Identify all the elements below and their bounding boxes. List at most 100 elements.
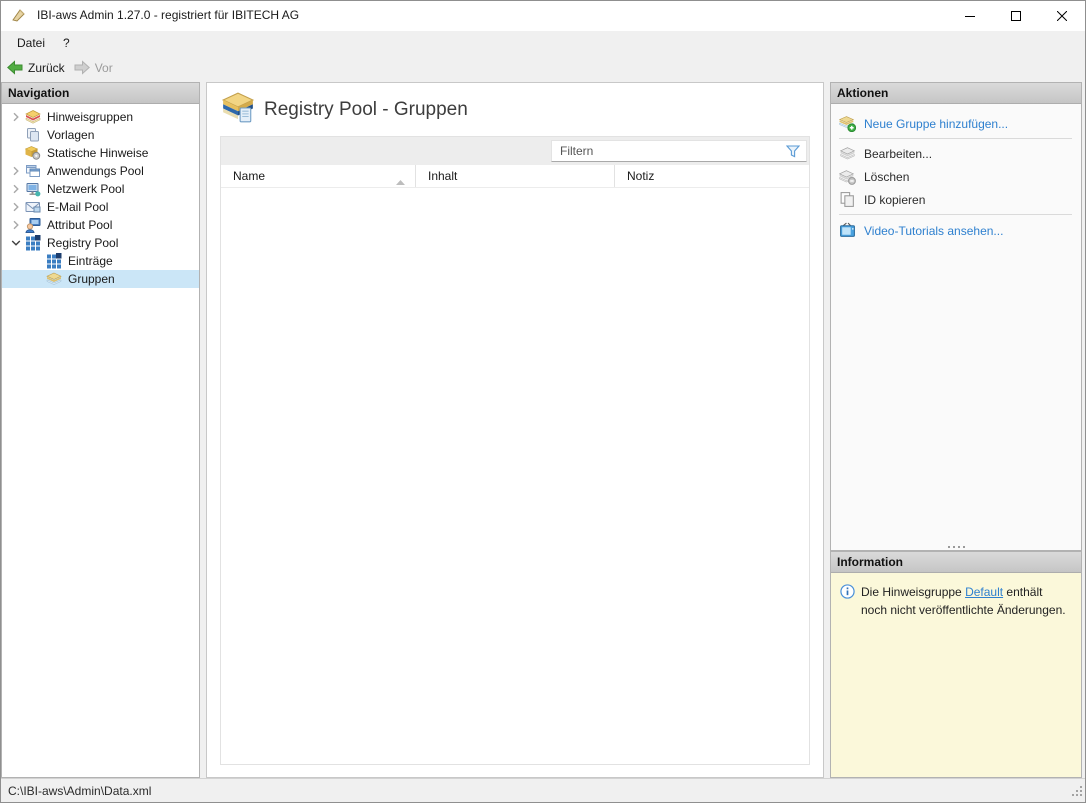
info-icon [840,584,855,604]
menu-item-help[interactable]: ? [54,31,79,55]
action-edit[interactable]: Bearbeiten... [831,142,1081,165]
nav-item-eintraege[interactable]: Einträge [2,252,199,270]
info-text-before: Die Hinweisgruppe [861,585,966,599]
groups-icon [46,271,62,287]
forward-button[interactable]: Vor [72,57,120,79]
action-add-group[interactable]: Neue Gruppe hinzufügen... [831,112,1081,135]
maximize-icon [1011,11,1021,21]
navigation-panel: Navigation Hinweisgruppen Vorlagen Stati… [1,82,200,778]
registry-pool-icon [25,235,41,251]
nav-item-label: Hinweisgruppen [47,110,134,124]
window-controls [947,1,1085,31]
page-title: Registry Pool - Gruppen [264,99,468,120]
nav-item-label: E-Mail Pool [47,200,109,214]
action-video-tutorials[interactable]: Video-Tutorials ansehen... [831,219,1081,242]
navigation-tree: Hinweisgruppen Vorlagen Statische Hinwei… [2,104,199,288]
network-pool-icon [25,181,41,197]
nav-item-label: Gruppen [68,272,115,286]
nav-item-vorlagen[interactable]: Vorlagen [2,126,199,144]
chevron-right-icon[interactable] [6,163,25,179]
statusbar: C:\IBI-aws\Admin\Data.xml [0,778,1086,803]
close-icon [1057,11,1067,21]
nav-item-statische-hinweise[interactable]: Statische Hinweise [2,144,199,162]
column-header-inhalt[interactable]: Inhalt [416,165,615,187]
resize-grip[interactable] [1071,785,1083,800]
close-button[interactable] [1039,1,1085,31]
nav-item-email-pool[interactable]: E-Mail Pool [2,198,199,216]
back-arrow-icon [7,60,23,75]
default-group-link[interactable]: Default [965,585,1003,599]
table-header-row: Name Inhalt Notiz [221,165,809,188]
panel-splitter-handle[interactable] [831,546,1081,548]
actions-panel: Aktionen Neue Gruppe hinzufügen... Bearb… [830,82,1082,551]
nav-item-netzwerk-pool[interactable]: Netzwerk Pool [2,180,199,198]
action-label: Video-Tutorials ansehen... [864,223,1004,238]
window-titlebar: IBI-aws Admin 1.27.0 - registriert für I… [0,0,1086,31]
chevron-right-icon[interactable] [6,181,25,197]
table-body-empty[interactable] [221,188,809,764]
information-message: Die Hinweisgruppe Default enthält noch n… [831,573,1081,777]
information-panel-header: Information [831,552,1081,573]
notice-group-icon [25,109,41,125]
video-tutorials-icon [839,222,856,239]
registry-groups-header-icon [221,91,255,128]
chevron-down-icon[interactable] [6,235,25,251]
column-label: Notiz [627,169,655,183]
column-header-notiz[interactable]: Notiz [615,165,809,187]
actions-panel-header: Aktionen [831,83,1081,104]
groups-list: Name Inhalt Notiz [220,136,810,765]
copy-id-icon [839,191,856,208]
action-label: Löschen [864,169,910,184]
edit-group-icon [839,145,856,162]
attribute-pool-icon [25,217,41,233]
nav-item-label: Vorlagen [47,128,95,142]
application-pool-icon [25,163,41,179]
actions-separator [839,138,1072,139]
nav-item-gruppen[interactable]: Gruppen [2,270,199,288]
forward-button-label: Vor [94,60,113,75]
nav-item-attribut-pool[interactable]: Attribut Pool [2,216,199,234]
nav-item-label: Anwendungs Pool [47,164,144,178]
column-header-name[interactable]: Name [221,165,416,187]
app-icon [11,7,27,23]
chevron-right-icon[interactable] [6,217,25,233]
chevron-right-icon[interactable] [6,109,25,125]
sort-ascending-icon [396,174,405,188]
toolbar: Zurück Vor [0,55,1086,80]
column-label: Inhalt [428,169,458,183]
action-label: Bearbeiten... [864,146,933,161]
chevron-right-icon[interactable] [6,199,25,215]
data-file-path: C:\IBI-aws\Admin\Data.xml [8,784,152,798]
actions-list: Neue Gruppe hinzufügen... Bearbeiten... … [831,104,1081,242]
action-label: Neue Gruppe hinzufügen... [864,116,1009,131]
menu-item-datei[interactable]: Datei [8,31,54,55]
action-delete[interactable]: Löschen [831,165,1081,188]
nav-item-label: Statische Hinweise [47,146,149,160]
menubar: Datei ? [0,31,1086,55]
minimize-icon [965,16,975,17]
nav-item-hinweisgruppen[interactable]: Hinweisgruppen [2,108,199,126]
nav-item-label: Einträge [68,254,113,268]
nav-item-anwendungs-pool[interactable]: Anwendungs Pool [2,162,199,180]
nav-item-label: Netzwerk Pool [47,182,125,196]
filter-input[interactable] [551,140,807,162]
maximize-button[interactable] [993,1,1039,31]
information-panel: Information Die Hinweisgruppe Default en… [830,551,1082,778]
filter-icon[interactable] [785,145,801,161]
nav-item-registry-pool[interactable]: Registry Pool [2,234,199,252]
actions-separator [839,214,1072,215]
action-label: ID kopieren [864,192,926,207]
filter-bar [221,137,809,165]
column-label: Name [233,169,266,183]
static-notice-icon [25,145,41,161]
action-copy-id[interactable]: ID kopieren [831,188,1081,211]
forward-arrow-icon [74,60,90,75]
back-button[interactable]: Zurück [5,57,72,79]
nav-item-label: Registry Pool [47,236,119,250]
email-pool-icon [25,199,41,215]
registry-entries-icon [46,253,62,269]
nav-item-label: Attribut Pool [47,218,113,232]
add-group-icon [839,115,856,132]
templates-icon [25,127,41,143]
minimize-button[interactable] [947,1,993,31]
